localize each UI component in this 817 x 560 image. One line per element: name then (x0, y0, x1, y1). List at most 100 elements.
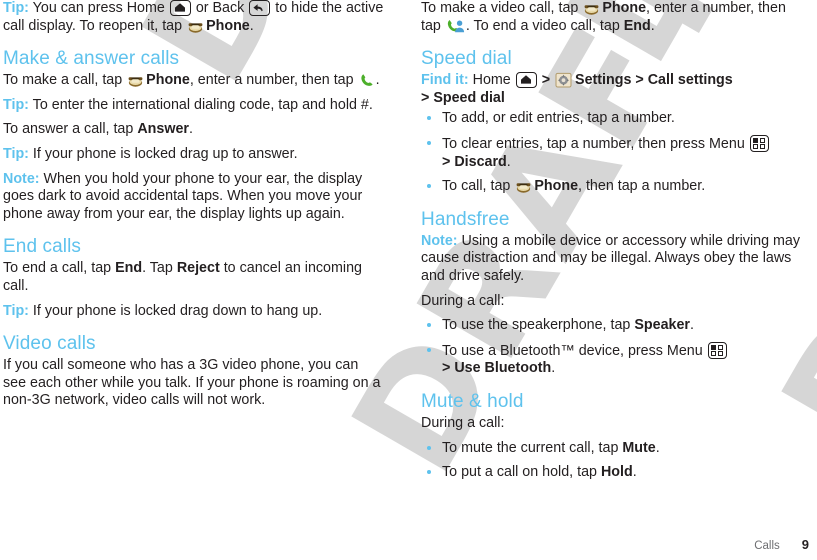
end-bold-label: End (623, 17, 651, 34)
findit-separator-1: > (537, 72, 555, 89)
tip-label: Tip: (3, 96, 29, 113)
bullet-text-tail: . (655, 439, 660, 456)
list-item: To clear entries, tap a number, then pre… (421, 134, 802, 171)
video-call-icon (446, 18, 465, 34)
findit-speed-dial-label: Speed dial (433, 89, 505, 106)
mute-hold-bullet-list: To mute the current call, tap Mute. To p… (421, 440, 802, 482)
findit-separator-2: > (631, 72, 648, 89)
speed-dial-bullet-list: To add, or edit entries, tap a number. T… (421, 110, 802, 195)
phone-bold-label: Phone (206, 17, 250, 34)
bullet-text: To use the speakerphone, tap (442, 317, 635, 334)
bullet-dot-icon (427, 347, 431, 352)
note-handsfree-text: Using a mobile device or accessory while… (421, 232, 801, 284)
tip-locked-drag-down: Tip: If your phone is locked drag down t… (3, 303, 384, 321)
list-item: To put a call on hold, tap Hold. (421, 464, 802, 482)
list-item: To use a Bluetooth™ device, press Menu >… (421, 341, 802, 378)
bullet-dot-icon (427, 116, 431, 121)
list-item: To use the speakerphone, tap Speaker. (421, 317, 802, 335)
bullet-text: To use a Bluetooth™ device, press Menu (442, 342, 707, 359)
phone-app-icon (187, 18, 204, 34)
manual-page: Tip: You can press Home or Back to hide … (0, 0, 817, 560)
make-call-text-c: , enter a number, then tap (189, 72, 358, 89)
note-proximity-text: When you hold your phone to your ear, th… (3, 170, 363, 222)
tip-label: Tip: (3, 0, 29, 16)
list-item: To call, tap Phone, then tap a number. (421, 178, 802, 196)
video-call-text-f: . (650, 17, 655, 34)
bullet-text-tail: , then tap a number. (578, 178, 706, 195)
tip-locked-drag-up: Tip: If your phone is locked drag up to … (3, 146, 384, 164)
two-column-layout: Tip: You can press Home or Back to hide … (0, 0, 817, 489)
bullet-dot-icon (427, 445, 431, 450)
heading-handsfree: Handsfree (421, 208, 510, 230)
phone-bold-label: Phone (602, 0, 647, 16)
note-label: Note: (421, 232, 458, 249)
end-call-text-c: . Tap (142, 260, 177, 277)
bullet-text-tail: . (690, 317, 694, 334)
tip-reopen-paragraph: Tip: You can press Home or Back to hide … (3, 0, 384, 35)
bullet-text-tail: . (506, 153, 511, 170)
bullet-text: To clear entries, tap a number, then pre… (442, 135, 749, 152)
speaker-bold-label: Speaker (634, 317, 690, 334)
list-item: To add, or edit entries, tap a number. (421, 110, 802, 128)
note-proximity-sensor: Note: When you hold your phone to your e… (3, 171, 384, 224)
phone-app-icon (127, 72, 144, 88)
answer-call-paragraph: To answer a call, tap Answer. (3, 121, 384, 139)
findit-separator-3: > (421, 89, 434, 106)
findit-label: Find it: (421, 72, 469, 89)
answer-bold-label: Answer (137, 121, 189, 138)
right-column: To make a video call, tap Phone, enter a… (421, 0, 802, 489)
bullet-text: To put a call on hold, tap (442, 464, 601, 481)
answer-call-text-c: . (188, 121, 193, 138)
make-video-call-paragraph: To make a video call, tap Phone, enter a… (421, 0, 802, 35)
end-call-text-a: To end a call, tap (3, 260, 116, 277)
hold-bold-label: Hold (600, 464, 633, 481)
tip-locked-text: If your phone is locked drag up to answe… (28, 145, 298, 162)
phone-app-icon (583, 0, 600, 16)
bullet-text-tail: . (632, 464, 637, 481)
bullet-dot-icon (427, 323, 431, 328)
findit-home-text: Home (468, 72, 515, 89)
home-key-icon (169, 0, 191, 16)
home-key-icon (515, 72, 537, 89)
phone-bold-label: Phone (534, 178, 579, 195)
note-label: Note: (3, 170, 40, 187)
list-item: To mute the current call, tap Mute. (421, 440, 802, 458)
discard-bold-label: Discard (454, 153, 507, 170)
note-handsfree-safety: Note: Using a mobile device or accessory… (421, 233, 802, 286)
answer-call-text-a: To answer a call, tap (3, 121, 138, 138)
findit-breadcrumb: Find it: Home > Settings > Call settings… (421, 72, 802, 107)
left-column: Tip: You can press Home or Back to hide … (3, 0, 384, 489)
tip-label: Tip: (3, 145, 29, 162)
bullet-dot-icon (427, 184, 431, 189)
video-calls-paragraph: If you call someone who has a 3G video p… (3, 357, 381, 409)
heading-mute-hold: Mute & hold (421, 390, 524, 412)
bullet-prefix-bold: > (442, 360, 455, 377)
heading-video-calls: Video calls (3, 333, 96, 355)
tip-international-text: To enter the international dialing code,… (28, 96, 373, 113)
handsfree-bullet-list: To use the speakerphone, tap Speaker. To… (421, 317, 802, 378)
end-call-paragraph: To end a call, tap End. Tap Reject to ca… (3, 260, 384, 295)
make-call-text-d: . (375, 72, 380, 89)
make-call-paragraph: To make a call, tap Phone, enter a numbe… (3, 72, 384, 90)
bullet-dot-icon (427, 470, 431, 475)
back-key-icon (249, 0, 271, 16)
footer-page-number: 9 (801, 537, 809, 552)
reject-bold-label: Reject (176, 260, 220, 277)
page-footer: Calls 9 (754, 537, 809, 552)
tip-reopen-text-5: . (249, 17, 254, 34)
handsfree-during-call-label: During a call: (421, 292, 505, 309)
mute-bold-label: Mute (622, 439, 656, 456)
use-bluetooth-bold-label: Use Bluetooth (454, 360, 552, 377)
heading-make-answer-calls: Make & answer calls (3, 48, 180, 70)
bullet-prefix-bold: > (442, 153, 455, 170)
bullet-text-tail: . (551, 360, 556, 377)
make-call-text-a: To make a call, tap (3, 72, 127, 89)
tip-international-code: Tip: To enter the international dialing … (3, 97, 384, 115)
bullet-text: To mute the current call, tap (442, 439, 623, 456)
phone-app-icon (515, 178, 532, 194)
findit-settings-label: Settings (575, 72, 632, 89)
phone-bold-label: Phone (146, 72, 190, 89)
mute-hold-during-call-label: During a call: (421, 414, 505, 431)
findit-call-settings-label: Call settings (647, 72, 733, 89)
video-call-text-a: To make a video call, tap (421, 0, 583, 16)
